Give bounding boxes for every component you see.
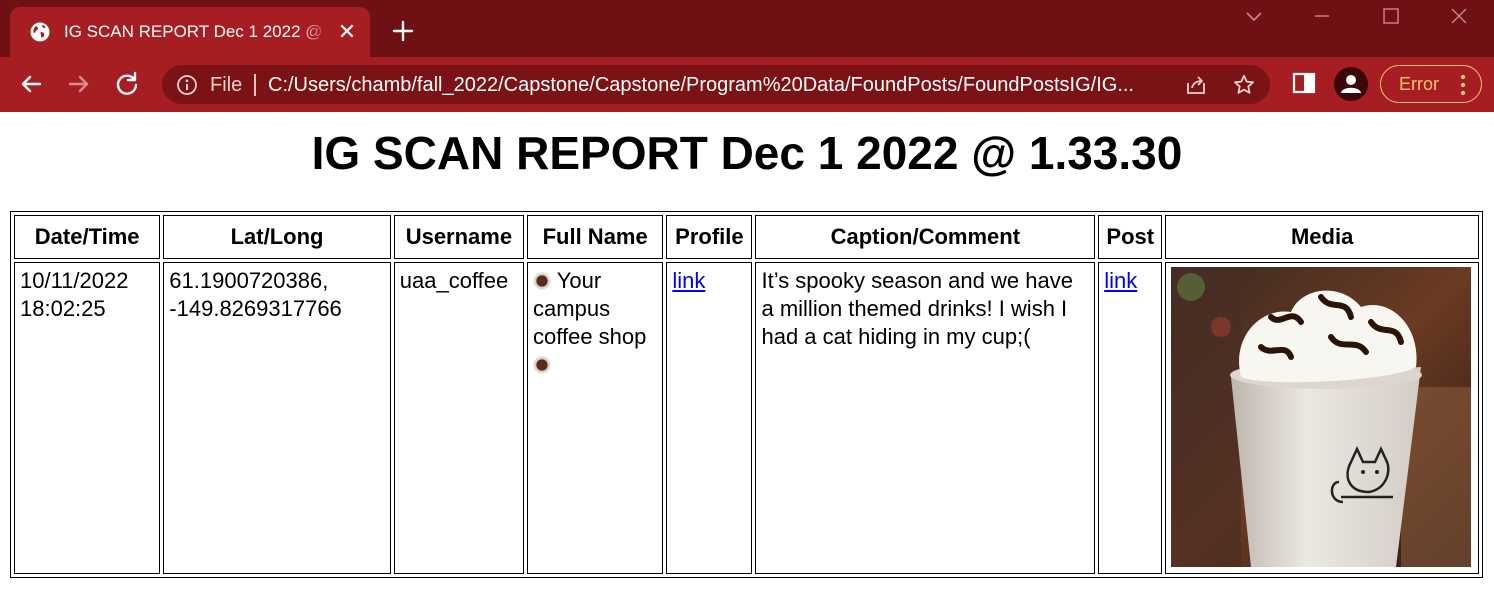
- close-window-icon[interactable]: [1447, 6, 1471, 26]
- forward-arrow-icon[interactable]: [64, 69, 94, 99]
- browser-toolbar: File C:/Users/chamb/fall_2022/Capstone/C…: [0, 57, 1494, 112]
- header-caption: Caption/Comment: [755, 215, 1096, 259]
- tab-title: IG SCAN REPORT Dec 1 2022 @ 1.33.30: [64, 22, 329, 41]
- post-link[interactable]: link: [1104, 268, 1137, 293]
- info-icon[interactable]: [176, 74, 198, 96]
- date-text: 10/11/2022: [20, 268, 129, 293]
- page-content: IG SCAN REPORT Dec 1 2022 @ 1.33.30 Date…: [0, 112, 1494, 610]
- share-icon[interactable]: [1184, 73, 1208, 97]
- report-table: Date/Time Lat/Long Username Full Name Pr…: [10, 211, 1483, 578]
- cell-post: link: [1098, 262, 1163, 574]
- cell-lat-long: 61.1900720386, -149.8269317766: [163, 262, 391, 574]
- latitude-text: 61.1900720386,: [169, 268, 329, 293]
- new-tab-icon[interactable]: [390, 18, 416, 44]
- header-post: Post: [1098, 215, 1163, 259]
- header-media: Media: [1165, 215, 1479, 259]
- header-lat-long: Lat/Long: [163, 215, 391, 259]
- coffee-cup-emoji-icon: [533, 272, 552, 290]
- error-button[interactable]: Error: [1380, 65, 1482, 103]
- cell-profile: link: [666, 262, 753, 574]
- tab-close-icon[interactable]: ✕: [336, 21, 358, 43]
- cell-date-time: 10/11/2022 18:02:25: [14, 262, 161, 574]
- browser-tab[interactable]: IG SCAN REPORT Dec 1 2022 @ 1.33.30 ✕: [10, 7, 370, 57]
- coffee-cup-emoji-icon: [533, 356, 552, 374]
- url-text[interactable]: C:/Users/chamb/fall_2022/Capstone/Capsto…: [268, 74, 1168, 98]
- time-text: 18:02:25: [20, 296, 106, 321]
- address-bar[interactable]: File C:/Users/chamb/fall_2022/Capstone/C…: [162, 65, 1270, 104]
- browser-titlebar: IG SCAN REPORT Dec 1 2022 @ 1.33.30 ✕: [0, 0, 1494, 57]
- back-arrow-icon[interactable]: [16, 69, 46, 99]
- reload-icon[interactable]: [112, 69, 142, 99]
- globe-icon: [30, 22, 50, 42]
- page-title: IG SCAN REPORT Dec 1 2022 @ 1.33.30: [311, 127, 1183, 179]
- table-row: 10/11/2022 18:02:25 61.1900720386, -149.…: [14, 262, 1479, 574]
- header-profile: Profile: [666, 215, 753, 259]
- longitude-text: -149.8269317766: [169, 296, 342, 321]
- kebab-menu-icon[interactable]: [1459, 74, 1467, 96]
- cell-media: [1165, 262, 1479, 574]
- cell-caption: It’s spooky season and we have a million…: [755, 262, 1096, 574]
- cell-full-name: Your campus coffee shop: [527, 262, 664, 574]
- profile-link[interactable]: link: [672, 268, 705, 293]
- full-name-text: Your campus coffee shop: [533, 268, 647, 349]
- coffee-cup-photo-icon: [1171, 267, 1472, 567]
- url-scheme-label: File: [210, 74, 243, 96]
- maximize-icon[interactable]: [1379, 6, 1403, 26]
- bookmark-star-icon[interactable]: [1232, 73, 1256, 97]
- header-username: Username: [393, 215, 525, 259]
- error-label: Error: [1399, 74, 1439, 94]
- table-header-row: Date/Time Lat/Long Username Full Name Pr…: [14, 215, 1479, 259]
- cell-username: uaa_coffee: [393, 262, 525, 574]
- side-panel-icon[interactable]: [1290, 69, 1318, 97]
- omnibox-separator: [254, 74, 256, 96]
- minimize-icon[interactable]: [1310, 6, 1334, 26]
- header-date-time: Date/Time: [14, 215, 161, 259]
- header-full-name: Full Name: [527, 215, 664, 259]
- tab-search-chevron-icon[interactable]: [1242, 6, 1266, 26]
- profile-avatar-icon[interactable]: [1334, 67, 1368, 101]
